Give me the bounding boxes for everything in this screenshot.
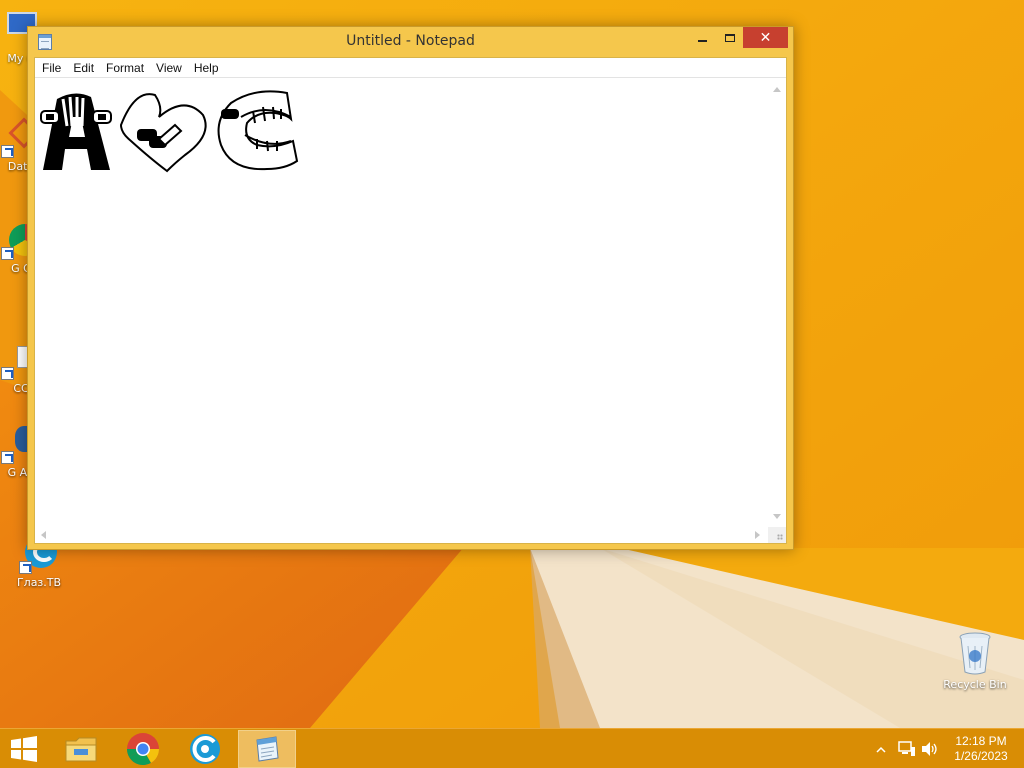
- close-button[interactable]: ✕: [743, 27, 788, 48]
- volume-icon[interactable]: [921, 741, 939, 757]
- eye-tv-icon: [190, 734, 220, 764]
- resize-grip[interactable]: [768, 527, 786, 543]
- windows-logo-icon: [11, 736, 37, 762]
- scroll-right-arrow-icon[interactable]: [755, 531, 760, 539]
- menu-bar: File Edit Format View Help: [35, 58, 786, 78]
- desktop-icon-label: Глаз.ТВ: [16, 576, 62, 589]
- menu-edit[interactable]: Edit: [67, 58, 100, 78]
- menu-format[interactable]: Format: [100, 58, 150, 78]
- text-editor-area[interactable]: [35, 79, 768, 527]
- desktop-icon-label: Recycle Bin: [943, 678, 1007, 691]
- window-titlebar[interactable]: Untitled - Notepad ✕: [28, 27, 793, 57]
- scroll-down-arrow-icon[interactable]: [773, 514, 781, 519]
- notepad-icon: [256, 736, 279, 762]
- clock-time: 12:18 PM: [955, 734, 1007, 748]
- show-hidden-icons-arrow[interactable]: [876, 746, 886, 754]
- taskbar-glaz-tv[interactable]: [177, 730, 233, 768]
- chrome-icon: [126, 733, 160, 766]
- scroll-left-arrow-icon[interactable]: [41, 531, 46, 539]
- maximize-button[interactable]: [716, 27, 743, 48]
- network-icon[interactable]: [898, 741, 916, 757]
- menu-view[interactable]: View: [150, 58, 188, 78]
- letter-c-character: [217, 90, 299, 171]
- taskbar-chrome[interactable]: [115, 730, 171, 768]
- taskbar-notepad[interactable]: [238, 730, 296, 768]
- shortcut-arrow-icon: [1, 451, 14, 464]
- shortcut-arrow-icon: [1, 247, 14, 260]
- letter-b-character: [119, 93, 207, 173]
- start-button[interactable]: [0, 730, 48, 768]
- taskbar: 12:18 PM 1/26/2023: [0, 728, 1024, 768]
- vertical-scrollbar[interactable]: [768, 79, 786, 527]
- window-title: Untitled - Notepad: [346, 33, 475, 49]
- pasted-drawing: [40, 90, 299, 173]
- letter-a-character: [40, 93, 112, 170]
- shortcut-arrow-icon: [1, 367, 14, 380]
- scroll-up-arrow-icon[interactable]: [773, 87, 781, 92]
- window-client-area: File Edit Format View Help: [34, 57, 787, 544]
- recycle-bin-icon: [955, 630, 995, 675]
- taskbar-clock[interactable]: 12:18 PM 1/26/2023: [942, 734, 1020, 764]
- maximize-icon: [724, 33, 735, 42]
- shortcut-arrow-icon: [1, 145, 14, 158]
- menu-help[interactable]: Help: [188, 58, 225, 78]
- notepad-window[interactable]: Untitled - Notepad ✕ File Edit Format Vi…: [27, 26, 794, 550]
- shortcut-arrow-icon: [19, 561, 32, 574]
- menu-file[interactable]: File: [36, 58, 67, 78]
- taskbar-file-explorer[interactable]: [53, 730, 109, 768]
- minimize-icon: [698, 39, 707, 42]
- clock-date: 1/26/2023: [954, 749, 1008, 763]
- close-icon: ✕: [759, 29, 772, 46]
- minimize-button[interactable]: [689, 27, 716, 48]
- desktop-icon-recycle-bin[interactable]: Recycle Bin: [938, 630, 1012, 691]
- horizontal-scrollbar[interactable]: [35, 527, 768, 543]
- file-explorer-icon: [65, 737, 97, 762]
